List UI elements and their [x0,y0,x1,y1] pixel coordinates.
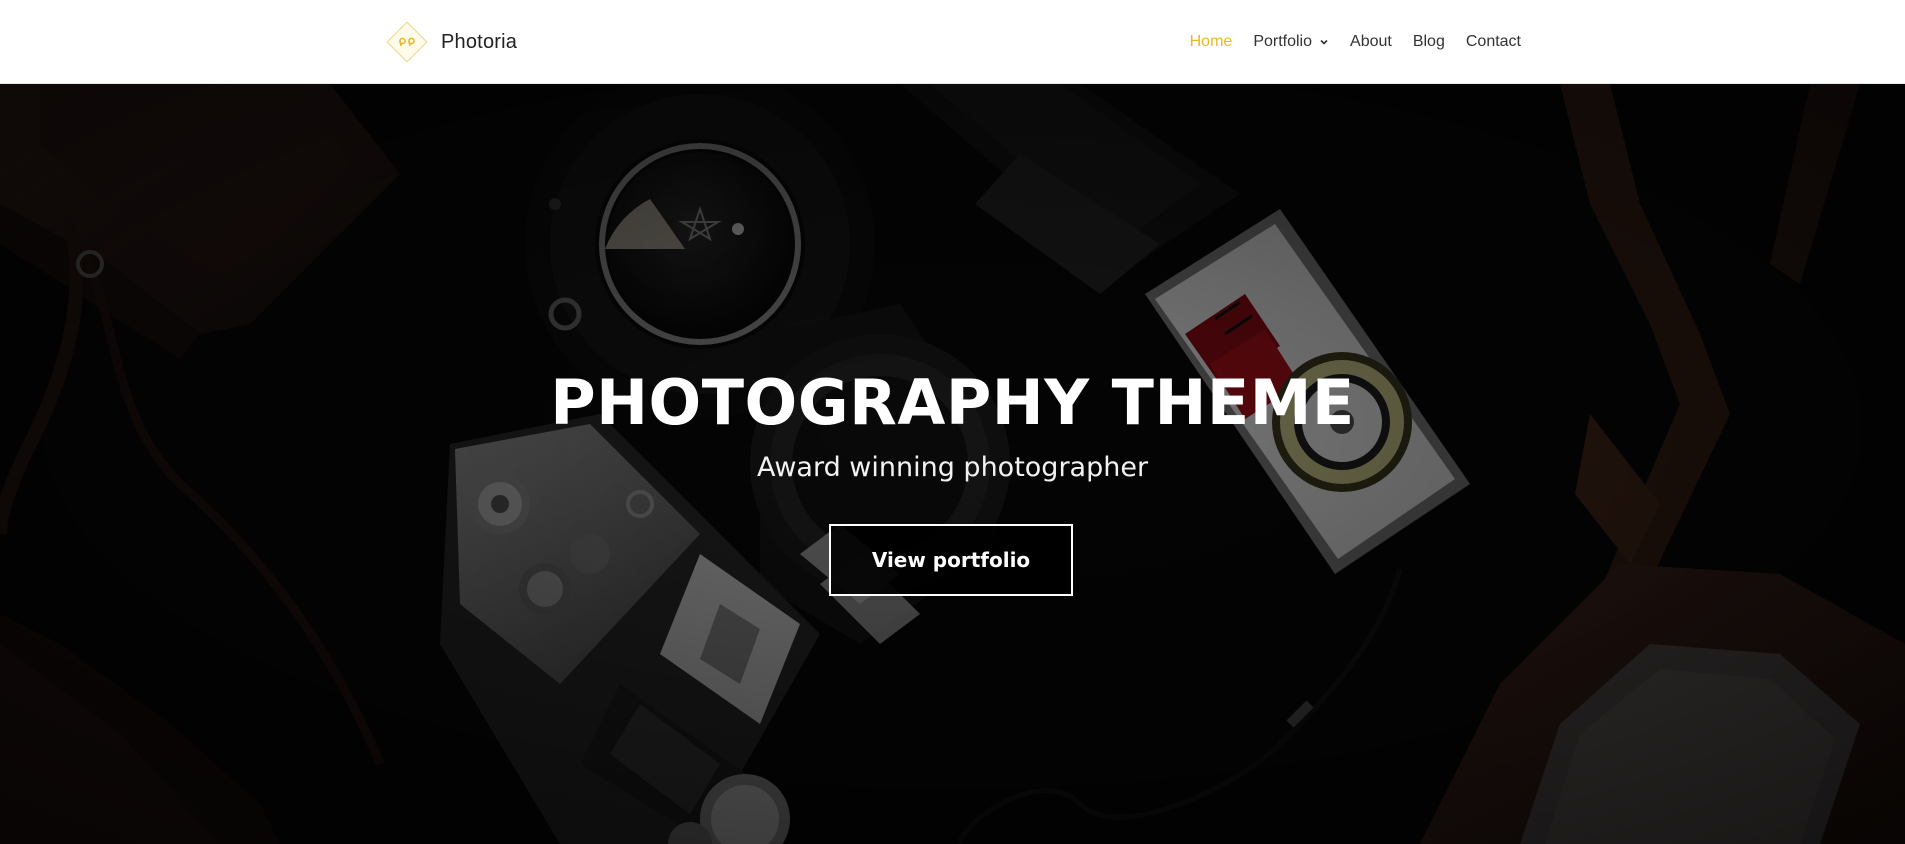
nav-item-label: Blog [1412,32,1445,50]
nav-item-blog[interactable]: Blog [1413,33,1445,51]
chevron-down-icon[interactable] [1319,37,1329,47]
hero-subtitle: Award winning photographer [756,452,1149,483]
diamond-logo-icon [386,21,428,63]
nav-item-portfolio[interactable]: Portfolio [1253,33,1329,51]
nav-item-label: Portfolio [1253,32,1313,50]
main-nav: Home Portfolio About Blog Contact [1190,0,1521,83]
nav-item-home[interactable]: Home [1190,33,1233,51]
nav-item-about[interactable]: About [1350,33,1392,51]
hero-content: PHOTOGRAPHY THEME Award winning photogra… [0,84,1905,844]
brand-logo-link[interactable]: Photoria [382,17,517,67]
nav-item-label: Home [1189,32,1233,50]
nav-item-label: Contact [1465,32,1521,50]
nav-item-label: About [1350,32,1392,50]
nav-item-contact[interactable]: Contact [1466,33,1521,51]
brand-name: Photoria [441,30,518,53]
view-portfolio-button[interactable]: View portfolio [829,524,1073,596]
site-header: Photoria Home Portfolio About Blog Conta… [0,0,1905,84]
hero-title: PHOTOGRAPHY THEME [550,366,1355,439]
hero-section: PHOTOGRAPHY THEME Award winning photogra… [0,84,1905,844]
view-portfolio-label: View portfolio [871,548,1031,572]
